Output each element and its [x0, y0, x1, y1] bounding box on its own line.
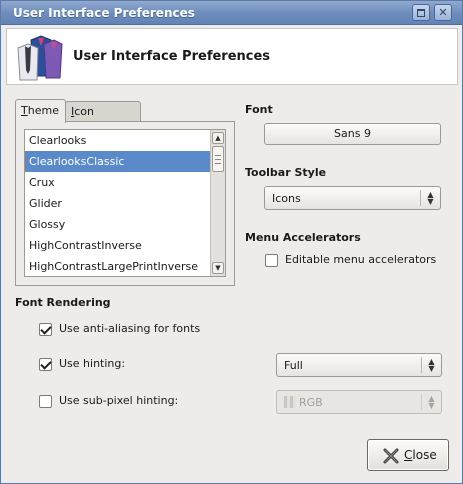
title-bar[interactable]: User Interface Preferences ✕: [1, 1, 462, 25]
window-close-button[interactable]: ✕: [434, 4, 452, 21]
toolbar-style-label: Toolbar Style: [245, 166, 327, 179]
close-button[interactable]: Close: [367, 439, 449, 471]
toolbar-style-value: Icons: [272, 191, 301, 205]
subpixel-value: RGB: [284, 391, 323, 413]
subpixel-label[interactable]: Use sub-pixel hinting:: [59, 394, 178, 407]
header-banner: User Interface Preferences: [6, 28, 458, 85]
antialias-label[interactable]: Use anti-aliasing for fonts: [59, 322, 200, 335]
theme-list-item[interactable]: Clearlooks: [25, 130, 225, 151]
combo-arrows-icon: ▲ ▼: [421, 394, 441, 410]
subpixel-checkbox[interactable]: [39, 395, 52, 408]
combo-arrows-icon: ▲ ▼: [421, 357, 441, 373]
font-button[interactable]: Sans 9: [264, 123, 441, 145]
close-icon: ✕: [438, 6, 448, 19]
hinting-combo[interactable]: Full ▲ ▼: [276, 353, 442, 377]
theme-list-item[interactable]: Glossy: [25, 214, 225, 235]
menu-accelerators-label: Menu Accelerators: [245, 231, 361, 244]
preferences-shirts-icon: [17, 35, 63, 81]
theme-list-item-selected[interactable]: ClearlooksClassic: [25, 151, 225, 172]
editable-accelerators-label[interactable]: Editable menu accelerators: [285, 253, 436, 266]
theme-list-item[interactable]: Crux: [25, 172, 225, 193]
preferences-window: User Interface Preferences ✕ User Interf…: [0, 0, 463, 484]
maximize-button[interactable]: [412, 4, 430, 21]
subpixel-combo: RGB ▲ ▼: [276, 390, 442, 414]
theme-list-item[interactable]: HighContrastInverse: [25, 235, 225, 256]
maximize-icon: [413, 5, 429, 20]
antialias-checkbox[interactable]: [39, 323, 52, 336]
close-button-label: Close: [404, 448, 437, 462]
header-title: User Interface Preferences: [73, 49, 271, 64]
tab-icon-theme[interactable]: Icon Theme: [65, 101, 141, 137]
subpixel-value-text: RGB: [299, 395, 323, 409]
theme-list[interactable]: Clearlooks ClearlooksClassic Crux Glider…: [24, 129, 226, 277]
font-label: Font: [245, 103, 273, 116]
rgb-swatch-icon: [284, 396, 296, 408]
theme-list-scrollbar[interactable]: ▲ ▼: [210, 130, 225, 276]
combo-arrows-icon: ▲ ▼: [420, 190, 440, 206]
theme-list-item[interactable]: HighContrastLargePrintInverse: [25, 256, 225, 276]
hinting-value: Full: [284, 358, 303, 372]
tab-theme[interactable]: Theme: [15, 99, 66, 123]
editable-accelerators-checkbox[interactable]: [265, 254, 278, 267]
theme-list-item[interactable]: Glider: [25, 193, 225, 214]
hinting-label[interactable]: Use hinting:: [59, 357, 125, 370]
hinting-checkbox[interactable]: [39, 358, 52, 371]
font-rendering-label: Font Rendering: [15, 296, 111, 309]
scroll-up-icon[interactable]: ▲: [212, 132, 224, 144]
scroll-thumb[interactable]: [212, 146, 224, 172]
scroll-down-icon[interactable]: ▼: [212, 262, 224, 274]
toolbar-style-combo[interactable]: Icons ▲ ▼: [264, 186, 441, 210]
close-icon: [383, 448, 399, 464]
window-title: User Interface Preferences: [13, 6, 195, 20]
